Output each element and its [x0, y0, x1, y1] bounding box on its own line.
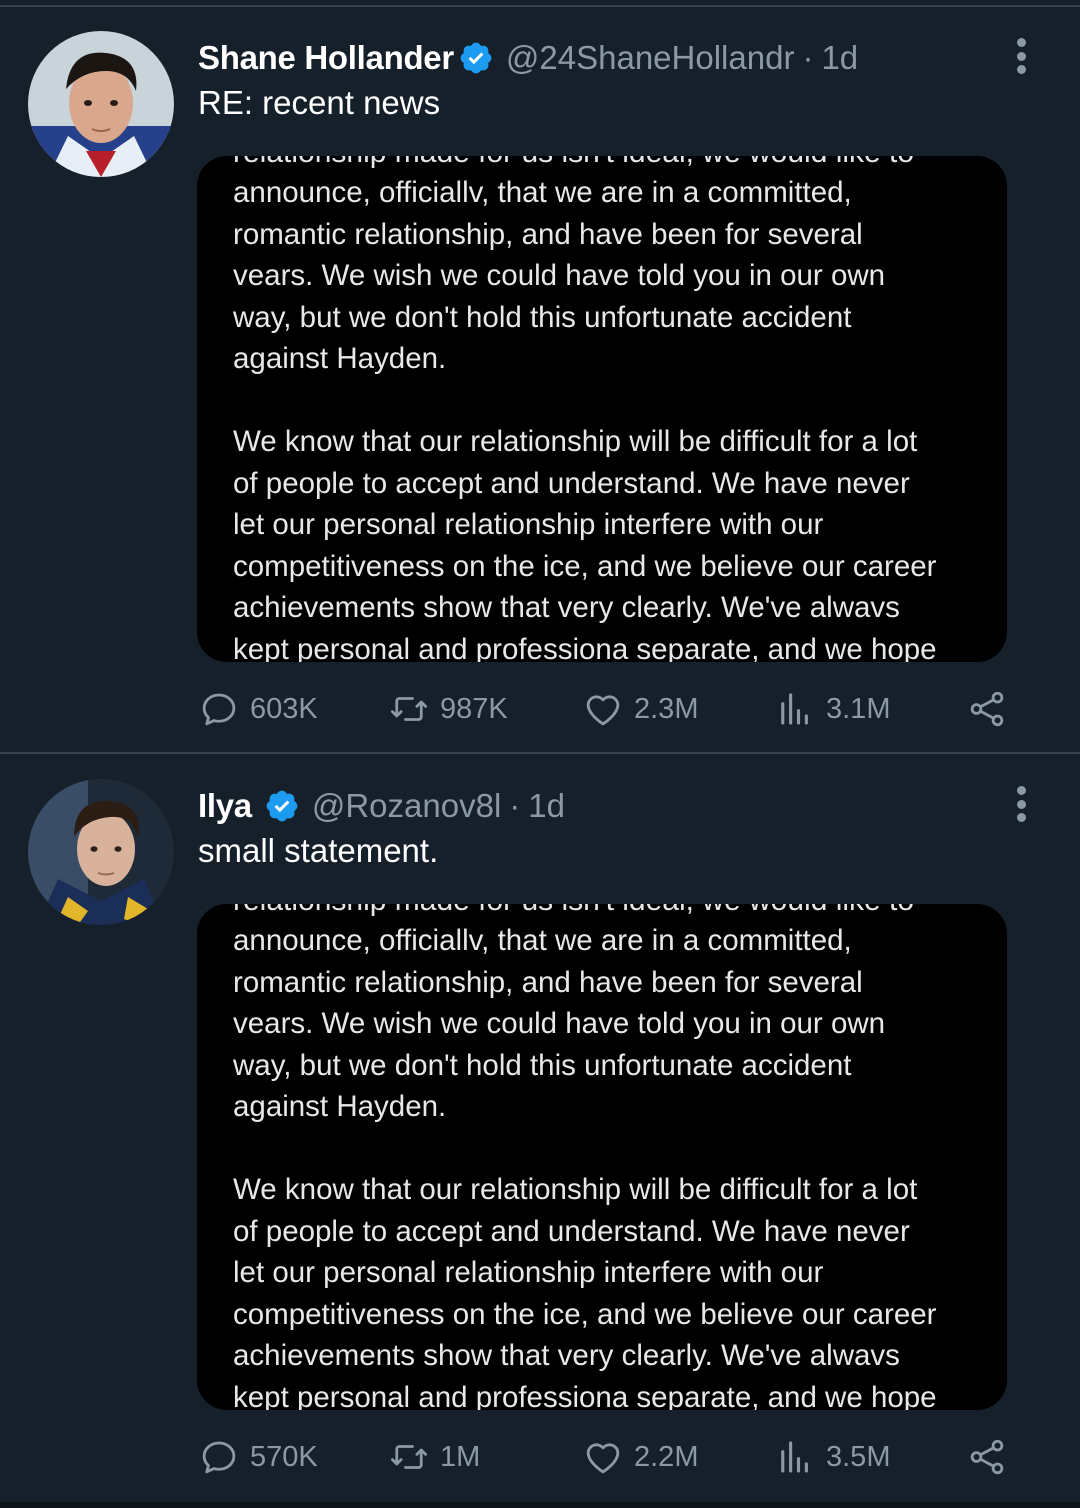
- retweet-icon: [390, 1445, 428, 1469]
- reply-count: 603K: [250, 692, 318, 725]
- avatar-ilya[interactable]: [28, 779, 174, 925]
- like-count: 2.2M: [634, 1440, 699, 1473]
- retweet-icon: [390, 697, 428, 721]
- separator-dot: ·: [509, 787, 521, 824]
- retweet-button[interactable]: 987K: [388, 685, 508, 733]
- media-paragraph-1: announce, officiallv, that we are in a c…: [233, 920, 973, 1128]
- reply-button[interactable]: 603K: [198, 685, 318, 733]
- media-line: announce, officiallv, that we are in a c…: [233, 176, 852, 209]
- media-line: vears. We wish we could have told you in…: [233, 1007, 886, 1041]
- display-name[interactable]: Ilya: [198, 787, 252, 825]
- media-line: let our personal relationship interfere …: [233, 508, 824, 542]
- tweet-media-image[interactable]: relationship made for us isn't ideal, we…: [197, 904, 1007, 1410]
- reply-button[interactable]: 570K: [198, 1433, 318, 1481]
- share-icon: [970, 1439, 1004, 1475]
- media-line: competitiveness on the ice, and we belie…: [233, 549, 937, 583]
- media-text-cut-line: relationship made for us isn't ideal, we…: [233, 156, 914, 170]
- media-line: achievements show that very clearly. We'…: [233, 591, 900, 625]
- views-button[interactable]: 3.5M: [774, 1433, 890, 1481]
- heart-icon: [586, 1443, 620, 1474]
- media-paragraph-1: announce, officiallv, that we are in a c…: [233, 172, 973, 380]
- tweet-actions: 603K 987K 2.3M 3.1M: [198, 685, 1018, 735]
- views-count: 3.1M: [826, 692, 891, 725]
- views-count: 3.5M: [826, 1440, 891, 1473]
- bottom-divider: [0, 1502, 1080, 1508]
- tweet-text: RE: recent news: [198, 84, 441, 121]
- media-line: We know that our relationship will be di…: [233, 425, 918, 458]
- media-line: romantic relationship, and have been for…: [233, 217, 863, 251]
- share-icon: [970, 691, 1004, 727]
- like-button[interactable]: 2.3M: [582, 685, 698, 733]
- tweet-text: small statement.: [198, 832, 439, 869]
- user-handle[interactable]: @24ShaneHollandr: [506, 39, 795, 77]
- share-button[interactable]: [966, 685, 1008, 733]
- separator-dot: ·: [802, 39, 814, 76]
- tweet-header: Shane Hollander @24ShaneHollandr · 1d: [198, 38, 858, 78]
- media-line: competitiveness on the ice, and we belie…: [233, 1297, 937, 1331]
- more-vertical-icon[interactable]: [1008, 784, 1034, 824]
- tweet-actions: 570K 1M 2.2M 3.5M: [198, 1433, 1018, 1483]
- media-line: kept personal and professiona separate, …: [233, 1380, 937, 1410]
- media-paragraph-2: We know that our relationship will be di…: [233, 421, 973, 662]
- reply-icon: [202, 693, 236, 726]
- timestamp[interactable]: 1d: [528, 787, 565, 825]
- media-line: romantic relationship, and have been for…: [233, 965, 863, 999]
- media-paragraph-2: We know that our relationship will be di…: [233, 1169, 973, 1410]
- display-name[interactable]: Shane Hollander: [198, 39, 454, 77]
- avatar-shane[interactable]: [28, 31, 174, 177]
- tweet-media-image[interactable]: relationship made for us isn't ideal, we…: [197, 156, 1007, 662]
- media-line: We know that our relationship will be di…: [233, 1173, 918, 1206]
- reply-count: 570K: [250, 1440, 318, 1473]
- views-icon: [781, 693, 808, 725]
- retweet-count: 1M: [440, 1440, 481, 1473]
- media-line: vears. We wish we could have told you in…: [233, 259, 886, 293]
- timestamp[interactable]: 1d: [821, 39, 858, 77]
- share-button[interactable]: [966, 1433, 1008, 1481]
- media-line: achievements show that very clearly. We'…: [233, 1339, 900, 1373]
- tweet-1[interactable]: Shane Hollander @24ShaneHollandr · 1d RE…: [0, 0, 1080, 740]
- views-icon: [781, 1441, 808, 1473]
- media-line: of people to accept and understand. We h…: [233, 1214, 910, 1248]
- heart-icon: [586, 695, 620, 726]
- media-line: against Hayden.: [233, 342, 447, 376]
- reply-icon: [202, 1441, 236, 1474]
- views-button[interactable]: 3.1M: [774, 685, 890, 733]
- media-line: way, but we don't hold this unfortunate …: [233, 1048, 852, 1082]
- more-vertical-icon[interactable]: [1008, 36, 1034, 76]
- verified-badge-icon: [264, 788, 300, 824]
- media-line: against Hayden.: [233, 1090, 447, 1124]
- user-handle[interactable]: @Rozanov8l: [312, 787, 501, 825]
- like-button[interactable]: 2.2M: [582, 1433, 698, 1481]
- tweet-2[interactable]: Ilya @Rozanov8l · 1d small statement. re…: [0, 748, 1080, 1488]
- media-text-cut-line: relationship made for us isn't ideal, we…: [233, 904, 914, 918]
- media-line: of people to accept and understand. We h…: [233, 466, 910, 500]
- retweet-button[interactable]: 1M: [388, 1433, 480, 1481]
- retweet-count: 987K: [440, 692, 508, 725]
- media-line: kept personal and professiona separate, …: [233, 632, 937, 662]
- like-count: 2.3M: [634, 692, 699, 725]
- media-line: announce, officiallv, that we are in a c…: [233, 924, 852, 957]
- media-line: let our personal relationship interfere …: [233, 1256, 824, 1290]
- tweet-header: Ilya @Rozanov8l · 1d: [198, 786, 565, 826]
- verified-badge-icon: [458, 40, 494, 76]
- media-line: way, but we don't hold this unfortunate …: [233, 300, 852, 334]
